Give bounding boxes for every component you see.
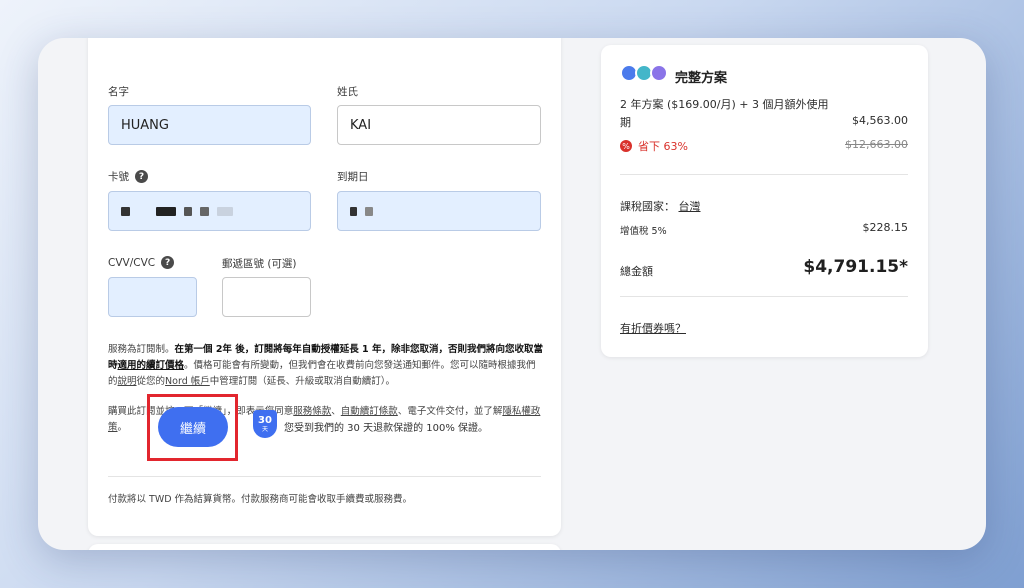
help-icon[interactable]: ? <box>135 170 148 183</box>
postal-code-field[interactable] <box>222 277 311 317</box>
divider <box>620 174 908 175</box>
subscription-terms: 服務為訂閱制。在第一個 2年 後，訂閱將每年自動授權延長 1 年，除非您取消，否… <box>108 342 543 390</box>
masked-digit <box>350 206 357 216</box>
plan-product-icons <box>620 64 668 82</box>
terms-text: 從您的 <box>136 376 166 387</box>
cvv-label: CVV/CVC <box>108 256 156 269</box>
plan-description: 2 年方案 ($169.00/月) + 3 個月額外使用 <box>620 98 829 111</box>
shield-unit: 天 <box>261 425 268 433</box>
coupon-row: 有折價券嗎？ <box>620 320 686 336</box>
last-name-label: 姓氏 <box>337 86 358 98</box>
tax-country-label: 課稅國家： <box>620 200 675 213</box>
checkout-window: 名字 HUANG 姓氏 KAI 卡號 ? 到期日 CVV/CVC ? 郵遞區號 … <box>38 38 986 550</box>
card-number-label: 卡號 <box>108 171 129 183</box>
help-link[interactable]: 說明 <box>118 376 137 387</box>
help-icon[interactable]: ? <box>161 256 175 269</box>
currency-footnote: 付款將以 TWD 作為結算貨幣。付款服務商可能會收取手續費或服務費。 <box>108 494 413 505</box>
nord-account-link[interactable]: Nord 帳戶 <box>165 376 210 387</box>
auto-renewal-terms-link[interactable]: 自動續訂條款 <box>341 406 398 417</box>
divider <box>620 296 908 297</box>
cvv-field[interactable] <box>108 277 197 317</box>
card-number-label-group: 卡號 ? <box>108 169 148 184</box>
expiry-label: 到期日 <box>337 171 369 183</box>
total-amount: $4,791.15* <box>803 257 908 277</box>
expiry-field[interactable] <box>337 191 541 231</box>
masked-digit <box>217 206 233 216</box>
masked-digit <box>184 206 192 216</box>
terms-text: 中管理訂閱（延長、升級或取消自動續訂）。 <box>209 376 396 387</box>
last-name-value: KAI <box>350 117 372 133</box>
tax-country-row: 課稅國家： 台灣 <box>620 198 701 214</box>
order-summary-card: 完整方案 2 年方案 ($169.00/月) + 3 個月額外使用 期 $4,5… <box>601 45 928 357</box>
first-name-label: 名字 <box>108 86 129 98</box>
continue-button[interactable]: 繼續 <box>158 407 228 447</box>
vat-label: 增值稅 5% <box>620 226 667 237</box>
first-name-field[interactable]: HUANG <box>108 105 311 145</box>
next-section-card <box>88 544 561 550</box>
agreement-segment: 、 <box>331 406 341 417</box>
original-price: $12,663.00 <box>845 138 908 151</box>
postal-code-label: 郵遞區號 (可選) <box>222 258 297 270</box>
vat-amount: $228.15 <box>862 221 909 234</box>
cvv-label-group: CVV/CVC ? <box>108 256 175 269</box>
locker-icon <box>650 64 668 82</box>
plan-description-cont: 期 <box>620 116 631 129</box>
card-number-field[interactable] <box>108 191 311 231</box>
terms-text: 服務為訂閱制。 <box>108 344 175 355</box>
first-name-value: HUANG <box>121 117 169 133</box>
guarantee-shield-icon: 30 天 <box>253 410 277 438</box>
last-name-field[interactable]: KAI <box>337 105 541 145</box>
money-back-guarantee: 您受到我們的 30 天退款保證的 100% 保證。 <box>284 423 489 434</box>
renewal-price-link[interactable]: 適用的續訂價格 <box>118 360 185 371</box>
agreement-segment: 。 <box>117 422 128 433</box>
agreement-segment: 、電子文件交付，並了解 <box>397 406 503 417</box>
coupon-link[interactable]: 有折價券嗎？ <box>620 322 686 335</box>
plan-price: $4,563.00 <box>852 114 908 127</box>
masked-digit <box>121 206 130 216</box>
divider <box>108 476 541 477</box>
terms-of-service-link[interactable]: 服務條款 <box>293 406 331 417</box>
total-label: 總金額 <box>620 265 653 278</box>
discount-icon: % <box>620 140 632 152</box>
tax-country-link[interactable]: 台灣 <box>679 200 701 213</box>
savings-label: 省下 63% <box>638 140 688 153</box>
masked-digit <box>156 206 176 216</box>
masked-digit <box>365 206 373 216</box>
shield-number: 30 <box>258 414 272 426</box>
savings-row: % 省下 63% <box>620 138 688 154</box>
plan-title: 完整方案 <box>675 71 728 86</box>
masked-digit <box>200 206 209 216</box>
payment-form-card: 名字 HUANG 姓氏 KAI 卡號 ? 到期日 CVV/CVC ? 郵遞區號 … <box>88 38 561 536</box>
